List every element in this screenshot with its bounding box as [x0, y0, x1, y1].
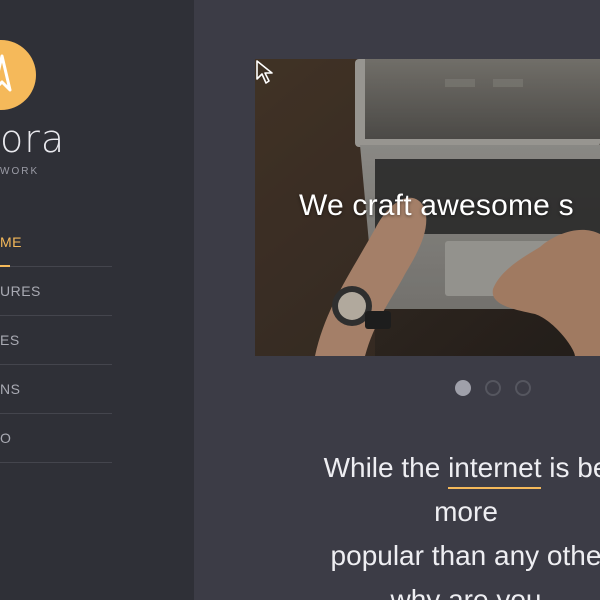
- nav-item-contact[interactable]: O: [0, 414, 112, 463]
- brand-name: ora: [0, 117, 66, 161]
- nav-item-label: NS: [0, 381, 21, 397]
- intro-line: popular than any othe: [330, 540, 600, 571]
- main-nav: ME URES ES NS O: [0, 218, 112, 463]
- main-content: We craft awesome s While the internet is…: [194, 0, 600, 600]
- slider-dot-3[interactable]: [515, 380, 531, 396]
- intro-highlight: internet: [448, 446, 542, 490]
- slider-dot-1[interactable]: [455, 380, 471, 396]
- nav-item-label: ME: [0, 234, 22, 250]
- page: ora WORK ME URES ES NS O We craft awesom…: [0, 0, 600, 600]
- nav-item-label: ES: [0, 332, 20, 348]
- nav-item-home[interactable]: ME: [0, 218, 112, 267]
- logo[interactable]: [0, 40, 36, 110]
- sidebar: ora WORK ME URES ES NS O: [0, 0, 194, 600]
- nav-item-label: URES: [0, 283, 41, 299]
- intro-text-part: While the: [323, 452, 449, 483]
- brand-tagline: WORK: [0, 166, 40, 177]
- intro-line: why are you: [390, 584, 542, 600]
- mouse-pointer-icon: [256, 60, 273, 84]
- intro-text: While the internet is be more popular th…: [236, 446, 600, 600]
- nav-item-features[interactable]: URES: [0, 267, 112, 316]
- nav-item-label: O: [0, 430, 12, 446]
- intro-text-part: is be: [549, 452, 600, 483]
- nav-item-solutions[interactable]: NS: [0, 365, 112, 414]
- intro-line: While the internet is be: [236, 446, 600, 490]
- hero-caption: We craft awesome s: [299, 189, 574, 222]
- compass-icon: [0, 54, 12, 92]
- hero-slider[interactable]: We craft awesome s: [255, 59, 600, 356]
- slider-dot-2[interactable]: [485, 380, 501, 396]
- intro-line: more: [434, 496, 498, 527]
- nav-item-services[interactable]: ES: [0, 316, 112, 365]
